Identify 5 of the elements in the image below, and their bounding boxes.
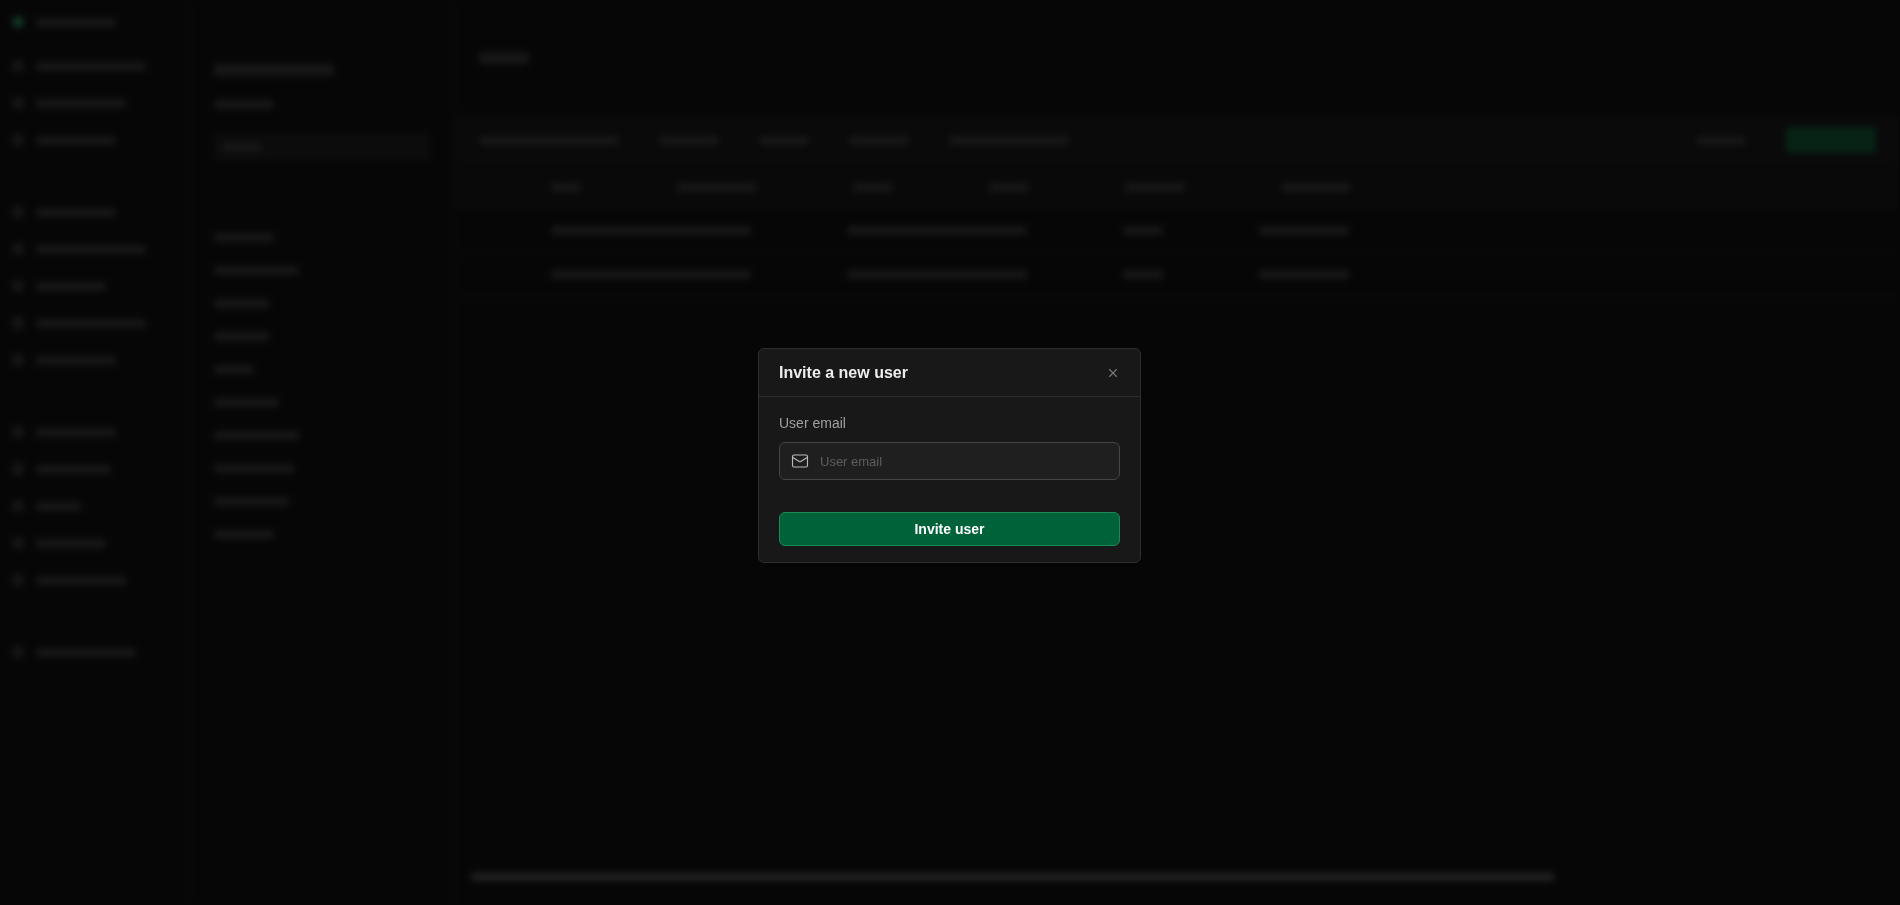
dialog-title: Invite a new user — [779, 362, 908, 383]
email-input-field[interactable]: User email — [779, 442, 1120, 480]
field-label: User email — [779, 414, 847, 433]
invite-user-button[interactable]: Invite user — [779, 512, 1120, 546]
mail-icon — [791, 452, 809, 470]
